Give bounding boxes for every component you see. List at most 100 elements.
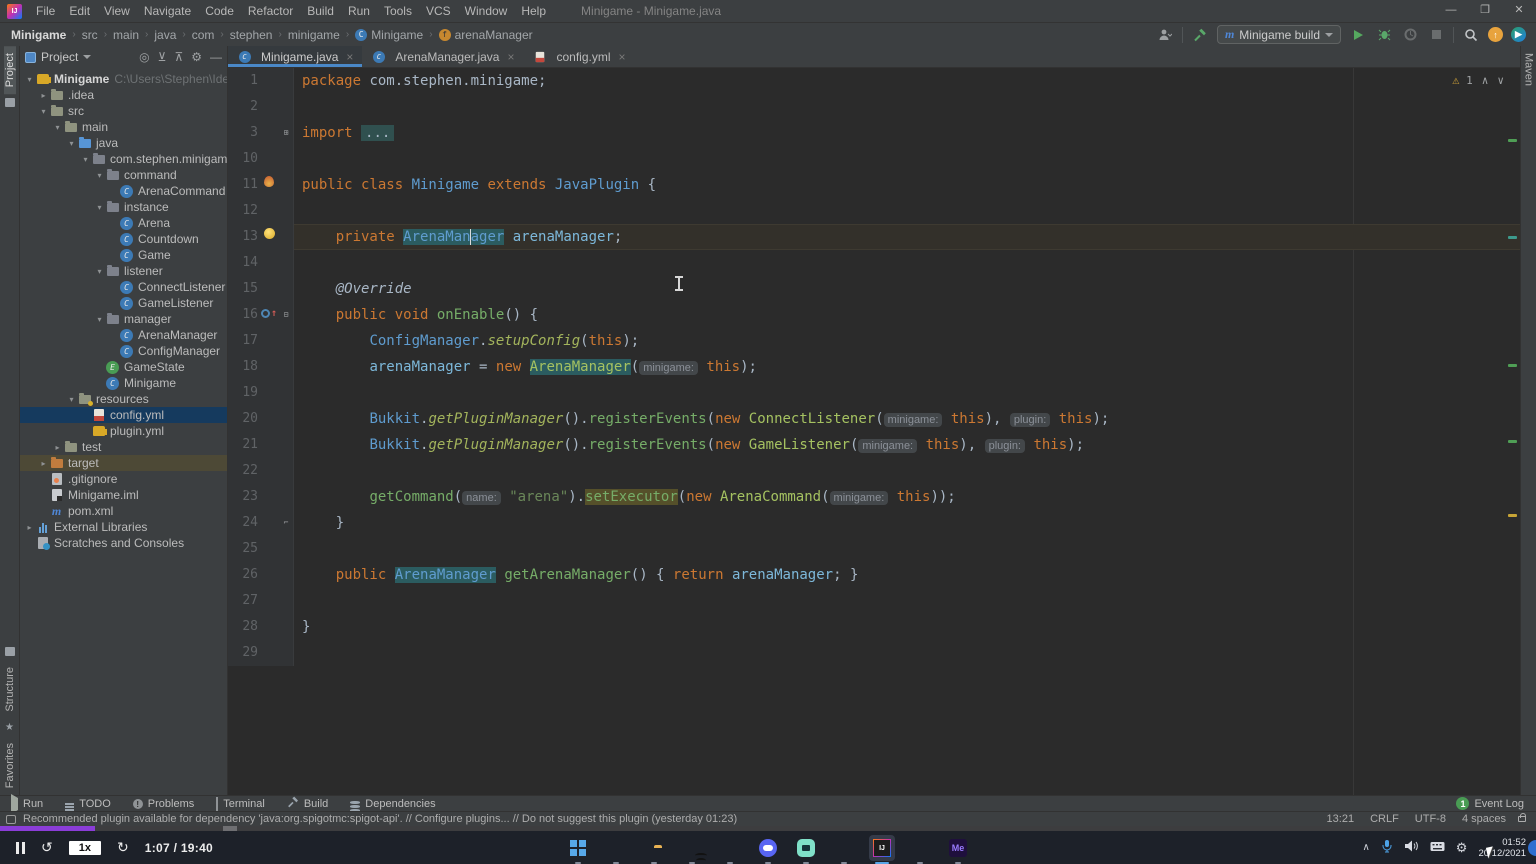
next-problem-icon[interactable]: ∨ [1497,74,1504,87]
plugin-suggestion-icon[interactable] [6,815,16,824]
tool-button-dependencies[interactable]: Dependencies [339,796,446,811]
line-number[interactable]: 24 [228,510,258,536]
code-line-22[interactable]: 22 [228,458,1520,484]
code-text[interactable]: getCommand(name: "arena").setExecutor(ne… [294,484,1520,510]
tab-close-icon[interactable]: × [346,50,353,64]
code-text[interactable] [294,458,1520,484]
fold-marker-icon[interactable]: ⊞ [280,120,292,146]
tree-item-minigame.iml[interactable]: Minigame.iml [20,487,227,503]
menu-window[interactable]: Window [458,0,515,22]
build-hammer-icon[interactable] [1191,26,1209,44]
code-text[interactable]: @Override [294,276,1520,302]
tree-item-game[interactable]: CGame [20,247,227,263]
tree-item-arenamanager[interactable]: CArenaManager [20,327,227,343]
tree-item-arenacommand[interactable]: CArenaCommand [20,183,227,199]
tree-chevron-icon[interactable]: ▾ [94,267,105,276]
tree-chevron-icon[interactable]: ▾ [38,107,49,116]
code-text[interactable]: import ... [294,120,1520,146]
tree-item-arena[interactable]: CArena [20,215,227,231]
breadcrumb-item-main[interactable]: main [112,28,140,42]
breadcrumb-item-src[interactable]: src [81,28,99,42]
code-line-10[interactable]: 10 [228,146,1520,172]
line-number[interactable]: 17 [228,328,258,354]
menu-edit[interactable]: Edit [62,0,97,22]
tree-chevron-icon[interactable]: ▸ [38,91,49,100]
code-line-18[interactable]: 18 arenaManager = new ArenaManager(minig… [228,354,1520,380]
breadcrumb-item-java[interactable]: java [153,28,177,42]
line-number[interactable]: 21 [228,432,258,458]
tree-item-scratches-and-consoles[interactable]: Scratches and Consoles [20,535,227,551]
tree-item-listener[interactable]: ▾listener [20,263,227,279]
tree-item-com.stephen.minigame[interactable]: ▾com.stephen.minigame [20,151,227,167]
lock-icon[interactable] [1518,816,1526,822]
tree-item-pom.xml[interactable]: mpom.xml [20,503,227,519]
tree-chevron-icon[interactable]: ▾ [66,139,77,148]
taskbar-app-crafting-table-2[interactable] [907,835,933,861]
taskbar-app-intellij[interactable]: IJ [869,835,895,861]
gutter-override-icon[interactable]: ↑ [258,301,280,330]
tab-minigame-java[interactable]: CMinigame.java× [228,46,362,67]
forward-icon[interactable]: ↻ [117,839,129,856]
tree-chevron-icon[interactable]: ▾ [94,203,105,212]
stripe-mark-1[interactable] [1508,236,1517,239]
tab-close-icon[interactable]: × [507,50,514,64]
stripe-tab-favorites[interactable]: Favorites [4,736,16,795]
code-editor[interactable]: 1package com.stephen.minigame;23⊞import … [228,68,1520,795]
expand-all-icon[interactable]: ⊻ [158,50,167,64]
breadcrumb-item-com[interactable]: com [191,28,216,42]
code-line-21[interactable]: 21 Bukkit.getPluginManager().registerEve… [228,432,1520,458]
code-line-2[interactable]: 2 [228,94,1520,120]
tree-item-manager[interactable]: ▾manager [20,311,227,327]
taskbar-app-brave[interactable] [603,835,629,861]
tree-item-instance[interactable]: ▾instance [20,199,227,215]
stripe-mark-2[interactable] [1508,364,1517,367]
code-text[interactable]: } [294,510,1520,536]
menu-code[interactable]: Code [198,0,241,22]
update-available-icon[interactable]: ↑ [1488,27,1503,42]
code-text[interactable]: } [294,614,1520,640]
code-line-26[interactable]: 26 public ArenaManager getArenaManager()… [228,562,1520,588]
code-text[interactable] [294,94,1520,120]
prev-problem-icon[interactable]: ∧ [1482,74,1489,87]
tree-item-.idea[interactable]: ▸.idea [20,87,227,103]
code-line-11[interactable]: 11public class Minigame extends JavaPlug… [228,172,1520,198]
taskbar-app-media-encoder[interactable]: Me [945,835,971,861]
menu-help[interactable]: Help [514,0,553,22]
volume-icon[interactable] [1404,840,1419,855]
code-line-25[interactable]: 25 [228,536,1520,562]
code-line-17[interactable]: 17 ConfigManager.setupConfig(this); [228,328,1520,354]
code-text[interactable] [294,536,1520,562]
search-everywhere-icon[interactable] [1462,26,1480,44]
tree-item-command[interactable]: ▾command [20,167,227,183]
ide-event-icon[interactable]: ▶ [1511,27,1526,42]
tool-button-problems[interactable]: !Problems [122,796,205,811]
tree-chevron-icon[interactable]: ▾ [94,315,105,324]
status-message[interactable]: Recommended plugin available for depende… [23,813,737,825]
breadcrumb-item-arenamanager[interactable]: farenaManager [438,28,534,42]
line-number[interactable]: 23 [228,484,258,510]
tree-item-external-libraries[interactable]: ▸External Libraries [20,519,227,535]
line-number[interactable]: 12 [228,198,258,224]
code-text[interactable]: Bukkit.getPluginManager().registerEvents… [294,406,1520,432]
tree-item-config.yml[interactable]: config.yml [20,407,227,423]
tree-item-.gitignore[interactable]: .gitignore [20,471,227,487]
code-text[interactable] [294,380,1520,406]
stripe-tab-structure[interactable]: Structure [4,660,16,719]
stop-button[interactable] [1427,26,1445,44]
tree-chevron-icon[interactable]: ▾ [80,155,91,164]
tab-arenamanager-java[interactable]: CArenaManager.java× [362,46,523,67]
line-number[interactable]: 27 [228,588,258,614]
stripe-tab-maven[interactable]: Maven [1523,46,1535,93]
taskbar-app-discord[interactable] [755,835,781,861]
code-text[interactable]: package com.stephen.minigame; [294,68,1520,94]
code-line-27[interactable]: 27 [228,588,1520,614]
line-number[interactable]: 16 [228,302,258,328]
fold-marker-icon[interactable]: ⌐ [280,510,292,536]
tab-config-yml[interactable]: config.yml× [523,46,634,67]
status-item-0[interactable]: 13:21 [1327,813,1355,825]
gutter-bulb-icon[interactable] [258,224,280,250]
taskbar-app-crafting-table[interactable] [831,835,857,861]
code-text[interactable]: Bukkit.getPluginManager().registerEvents… [294,432,1520,458]
tree-item-configmanager[interactable]: CConfigManager [20,343,227,359]
coverage-button[interactable] [1401,26,1419,44]
